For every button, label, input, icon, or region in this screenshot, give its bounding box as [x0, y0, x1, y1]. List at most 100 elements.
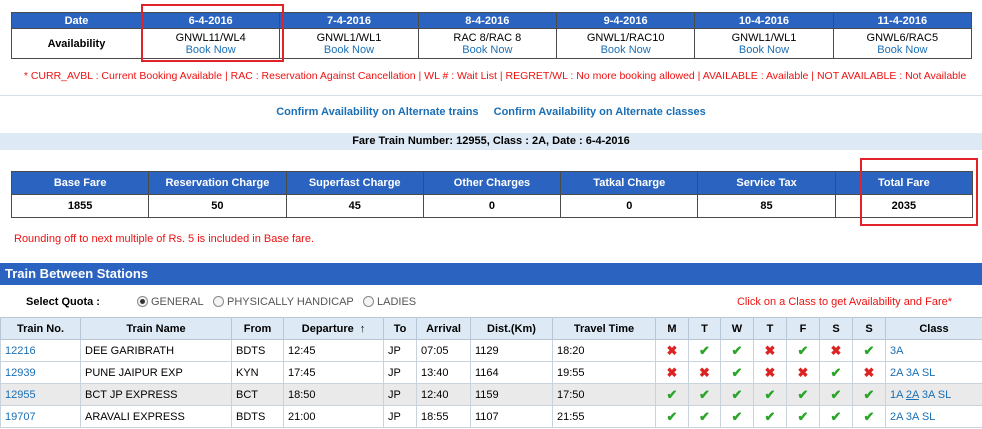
train-number-link[interactable]: 19707 — [0, 405, 81, 428]
quota-ladies-option[interactable]: LADIES — [363, 296, 416, 308]
column-header-label: Travel Time — [573, 322, 635, 335]
book-now-link[interactable]: Book Now — [419, 44, 556, 56]
cross-icon: ✖ — [863, 364, 875, 380]
class-link[interactable]: SL — [922, 367, 935, 379]
trains-column-header: Travel Time — [552, 317, 656, 340]
run-day-cell: ✔ — [786, 339, 820, 362]
run-day-cell: ✖ — [688, 361, 721, 384]
divider — [0, 95, 982, 96]
trains-column-header: Train Name — [80, 317, 232, 340]
run-day-cell: ✔ — [688, 383, 721, 406]
check-icon: ✔ — [764, 408, 776, 424]
travel-time: 19:55 — [552, 361, 656, 384]
train-row: 12216 DEE GARIBRATH BDTS 12:45 JP 07:05 1129 18… — [0, 339, 982, 362]
availability-cell: GNWL1/RAC10 Book Now — [555, 28, 696, 59]
cross-icon: ✖ — [666, 364, 678, 380]
quota-label: Select Quota : — [26, 296, 100, 308]
train-row: 19707 ARAVALI EXPRESS BDTS 21:00 JP 18:55 1107… — [0, 405, 982, 428]
quota-general-option[interactable]: GENERAL — [137, 296, 204, 308]
availability-row-label: Availability — [11, 28, 142, 59]
column-header-label: Arrival — [426, 322, 461, 335]
fare-value: 0 — [422, 194, 562, 218]
book-now-link[interactable]: Book Now — [695, 44, 832, 56]
sort-up-arrow-icon[interactable]: ↑ — [360, 323, 366, 335]
trains-column-header: M — [655, 317, 689, 340]
travel-time: 21:55 — [552, 405, 656, 428]
availability-cell: GNWL1/WL1 Book Now — [279, 28, 419, 59]
train-number-link[interactable]: 12939 — [0, 361, 81, 384]
availability-status: GNWL6/RAC5 — [866, 31, 939, 44]
alternate-classes-link[interactable]: Confirm Availability on Alternate classe… — [494, 106, 706, 118]
rounding-note: Rounding off to next multiple of Rs. 5 i… — [14, 233, 315, 245]
column-header-label: S — [832, 322, 840, 335]
fare-column-header: Other Charges — [422, 171, 562, 195]
class-link[interactable]: 3A — [906, 367, 919, 379]
class-link[interactable]: 3A — [906, 411, 919, 423]
trains-column-header: S — [819, 317, 853, 340]
check-icon: ✔ — [699, 386, 710, 402]
radio-icon[interactable] — [363, 296, 374, 307]
run-day-cell: ✖ — [852, 361, 886, 384]
column-header-label: F — [799, 322, 807, 335]
date-column-header: 8-4-2016 — [417, 12, 557, 29]
run-day-cell: ✔ — [720, 383, 754, 406]
trains-column-header: W — [720, 317, 754, 340]
to-station: JP — [383, 383, 417, 406]
trains-column-header[interactable]: Departure ↑ — [283, 317, 384, 340]
run-day-cell: ✔ — [852, 405, 886, 428]
check-icon: ✔ — [699, 408, 710, 424]
from-station: BDTS — [231, 339, 284, 362]
check-icon: ✔ — [731, 342, 743, 358]
class-cell: 2A 3A SL — [885, 405, 982, 428]
column-header-label: Class — [919, 322, 949, 335]
check-icon: ✔ — [797, 408, 809, 424]
column-header-label: T — [701, 322, 708, 335]
check-icon: ✔ — [863, 386, 875, 402]
trains-table: Train No. Train Name From Departure ↑ To Arriv… — [0, 317, 982, 428]
alternate-trains-link[interactable]: Confirm Availability on Alternate trains — [276, 106, 478, 118]
distance: 1107 — [470, 405, 553, 428]
class-link[interactable]: 3A — [890, 345, 903, 357]
to-station: JP — [383, 405, 417, 428]
class-cell: 2A 3A SL — [885, 361, 982, 384]
departure-time: 17:45 — [283, 361, 384, 384]
alternate-links: Confirm Availability on Alternate trains… — [0, 106, 982, 118]
run-day-cell: ✔ — [852, 383, 886, 406]
highlight-total-fare — [860, 158, 978, 226]
cross-icon: ✖ — [764, 364, 776, 380]
book-now-link[interactable]: Book Now — [834, 44, 971, 56]
date-column-header: 9-4-2016 — [555, 12, 696, 29]
run-day-cell: ✖ — [819, 339, 853, 362]
check-icon: ✔ — [830, 408, 842, 424]
class-cell: 1A 2A 3A SL — [885, 383, 982, 406]
cross-icon: ✖ — [764, 342, 776, 358]
book-now-link[interactable]: Book Now — [557, 44, 694, 56]
run-day-cell: ✔ — [720, 361, 754, 384]
class-link[interactable]: 3A — [922, 389, 935, 401]
cross-icon: ✖ — [699, 364, 710, 380]
class-link[interactable]: 2A — [890, 411, 903, 423]
trains-column-header: T — [753, 317, 787, 340]
from-station: BDTS — [231, 405, 284, 428]
train-number-link[interactable]: 12216 — [0, 339, 81, 362]
run-day-cell: ✖ — [753, 339, 787, 362]
class-link[interactable]: SL — [922, 411, 935, 423]
train-number-link[interactable]: 12955 — [0, 383, 81, 406]
class-link[interactable]: SL — [938, 389, 951, 401]
fare-value: 50 — [148, 194, 287, 218]
column-header-label: To — [393, 322, 407, 335]
run-day-cell: ✔ — [655, 383, 689, 406]
availability-status: RAC 8/RAC 8 — [453, 31, 522, 44]
class-link[interactable]: 2A — [890, 367, 903, 379]
book-now-link[interactable]: Book Now — [280, 44, 417, 56]
radio-icon[interactable] — [213, 296, 224, 307]
check-icon: ✔ — [764, 386, 776, 402]
fare-value: 45 — [285, 194, 424, 218]
train-name: DEE GARIBRATH — [80, 339, 232, 362]
quota-physically-handicap-option[interactable]: PHYSICALLY HANDICAP — [213, 296, 354, 308]
run-day-cell: ✔ — [819, 405, 853, 428]
class-link[interactable]: 2A — [906, 389, 919, 401]
check-icon: ✔ — [731, 364, 743, 380]
radio-selected-icon[interactable] — [137, 296, 148, 307]
class-link[interactable]: 1A — [890, 389, 903, 401]
